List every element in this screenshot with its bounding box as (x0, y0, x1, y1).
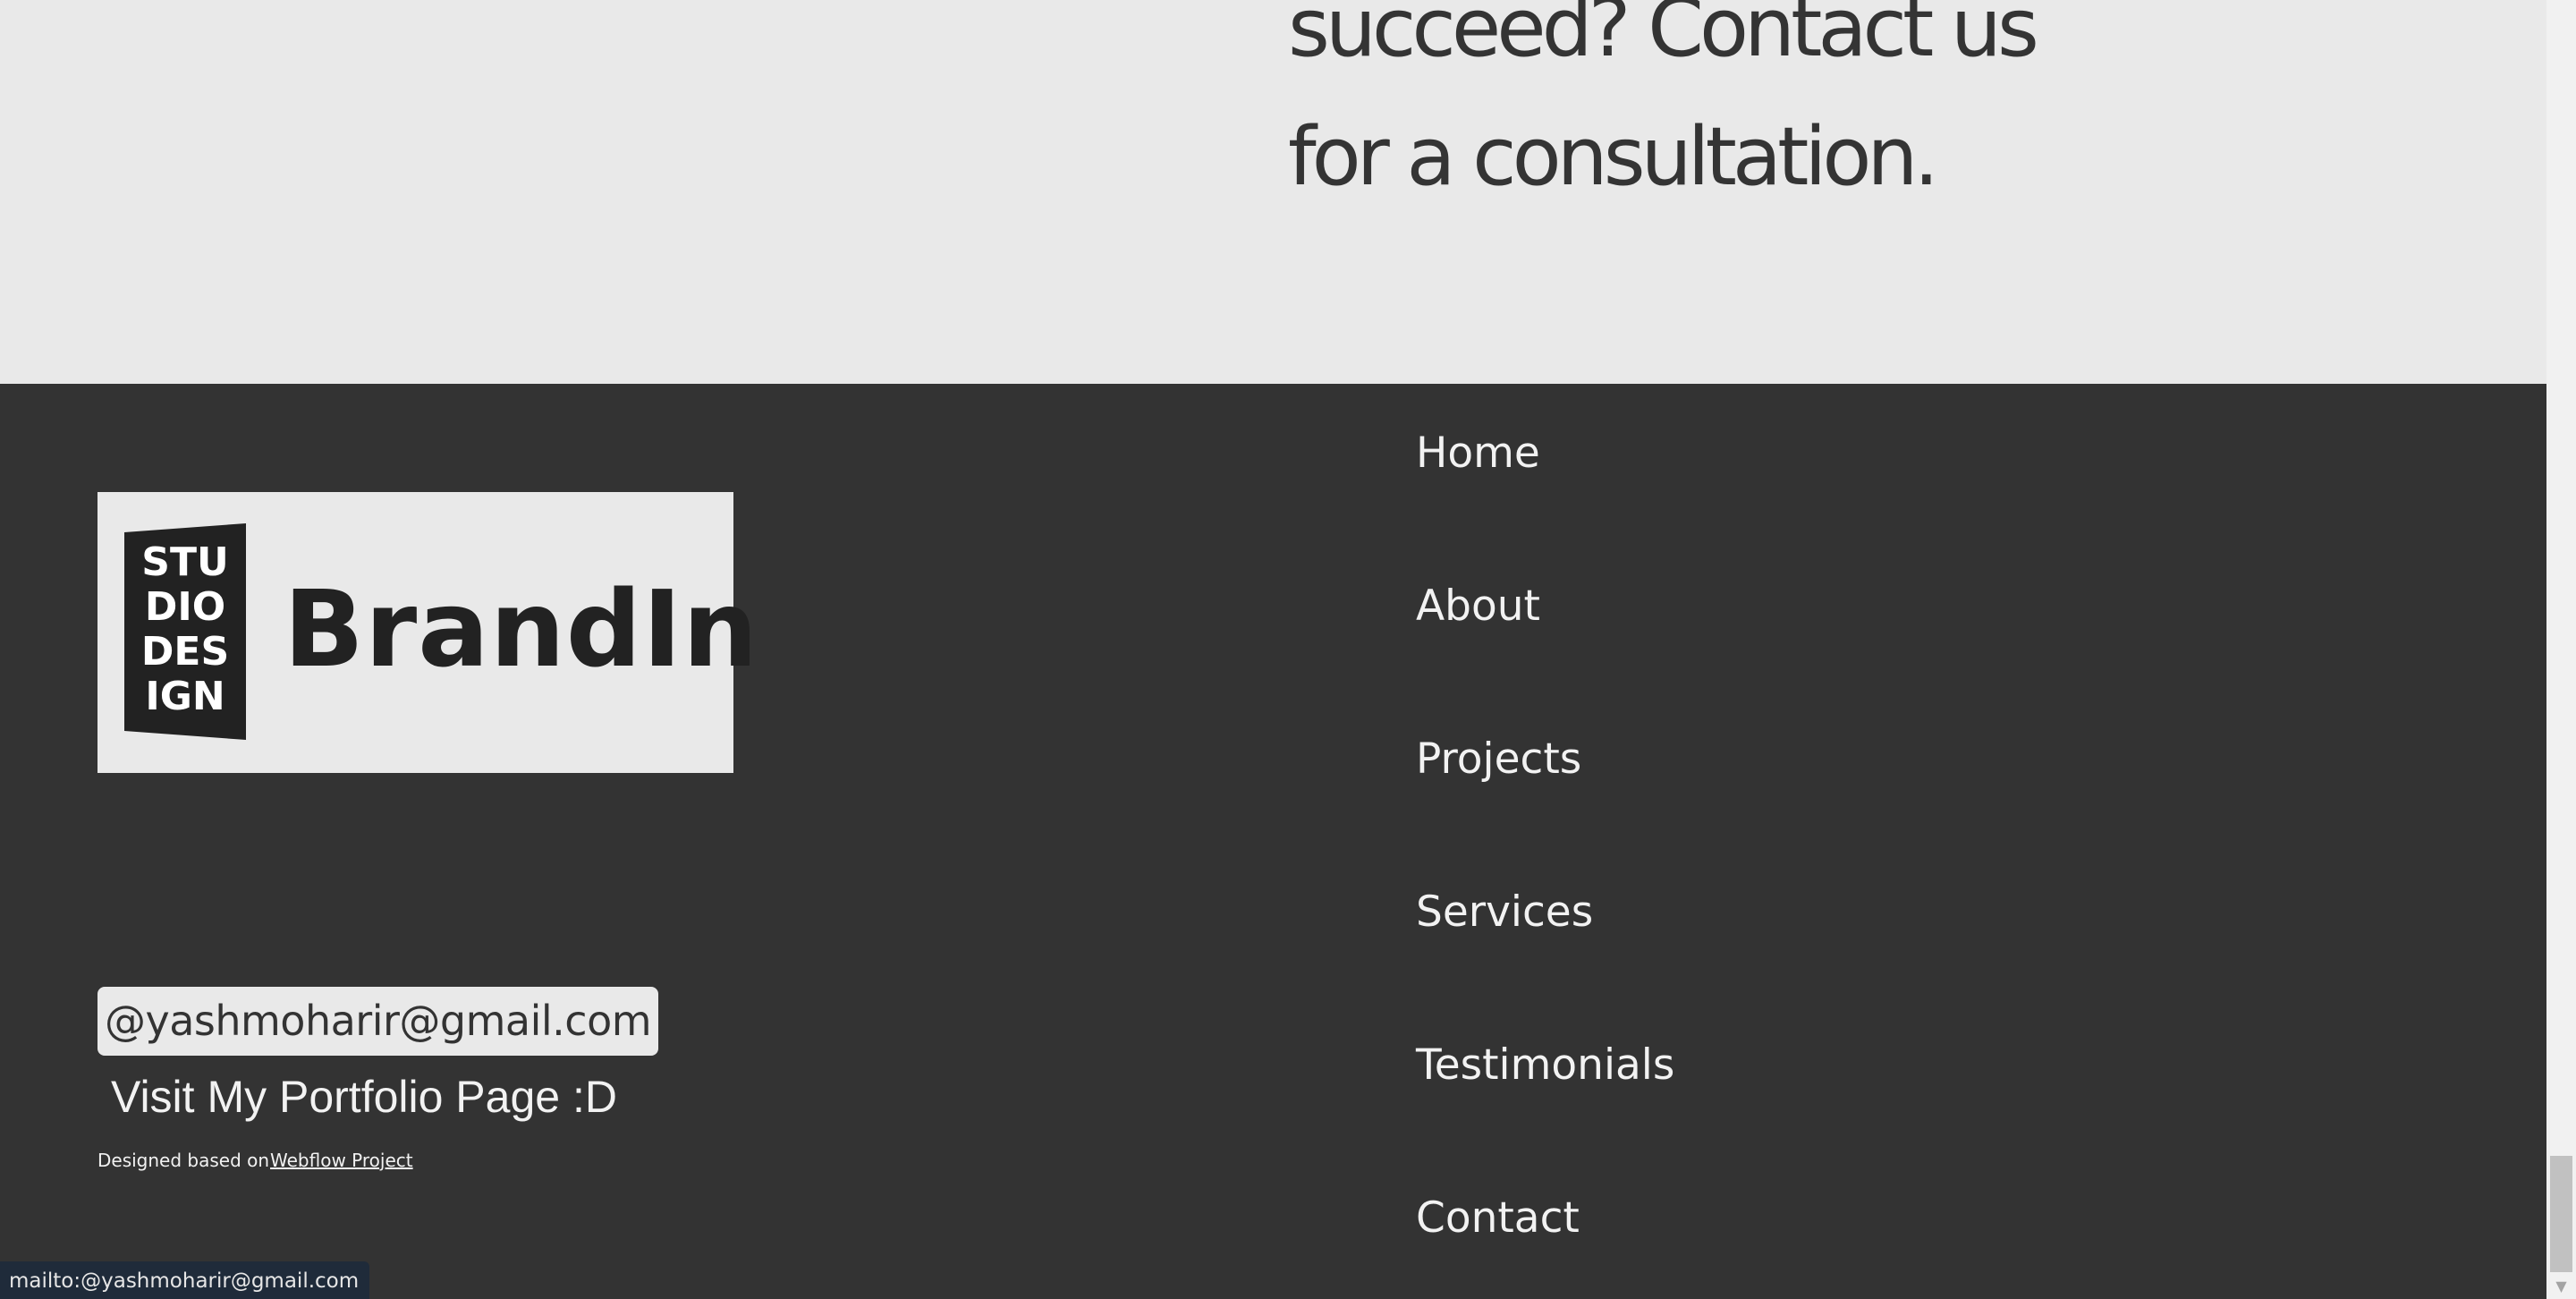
footer-nav-projects[interactable]: Projects (1416, 733, 1581, 786)
browser-status-bar: mailto:@yashmoharir@gmail.com (0, 1261, 370, 1299)
credit-text: Designed based on (97, 1150, 270, 1171)
email-link[interactable]: @yashmoharir@gmail.com (97, 987, 658, 1056)
site-footer: STU DIO DES IGN BrandIn @yashmoharir@gma… (0, 384, 2546, 1299)
page: succeed? Contact us for a consultation. S… (0, 0, 2576, 1299)
footer-nav-services[interactable]: Services (1416, 886, 1593, 939)
contact-cta-heading: succeed? Contact us for a consultation. (1288, 0, 2361, 222)
scrollbar-thumb[interactable] (2550, 1156, 2572, 1272)
footer-nav-about[interactable]: About (1416, 580, 1540, 633)
vertical-scrollbar[interactable]: ▼ (2546, 0, 2576, 1299)
footer-nav-contact[interactable]: Contact (1416, 1192, 1580, 1245)
logo-mark-line-2: DIO (145, 584, 225, 630)
cta-heading-line-1: succeed? Contact us (1288, 0, 2039, 75)
contact-cta-section: succeed? Contact us for a consultation. (0, 0, 2546, 384)
brand-name: BrandIn (284, 567, 759, 691)
logo-mark-line-4: IGN (145, 674, 225, 719)
cta-heading-line-2: for a consultation. (1288, 110, 1939, 204)
chevron-down-icon[interactable]: ▼ (2546, 1274, 2576, 1299)
logo-mark-line-1: STU (141, 539, 228, 585)
studio-design-logo-icon: STU DIO DES IGN (124, 523, 246, 740)
brand-logo[interactable]: STU DIO DES IGN BrandIn (97, 492, 758, 773)
footer-nav-testimonials[interactable]: Testimonials (1416, 1039, 1674, 1092)
portfolio-link[interactable]: Visit My Portfolio Page :D (111, 1068, 617, 1125)
logo-mark-line-3: DES (141, 629, 229, 675)
webflow-project-link[interactable]: Webflow Project (270, 1147, 413, 1174)
footer-nav-home[interactable]: Home (1416, 427, 1540, 480)
